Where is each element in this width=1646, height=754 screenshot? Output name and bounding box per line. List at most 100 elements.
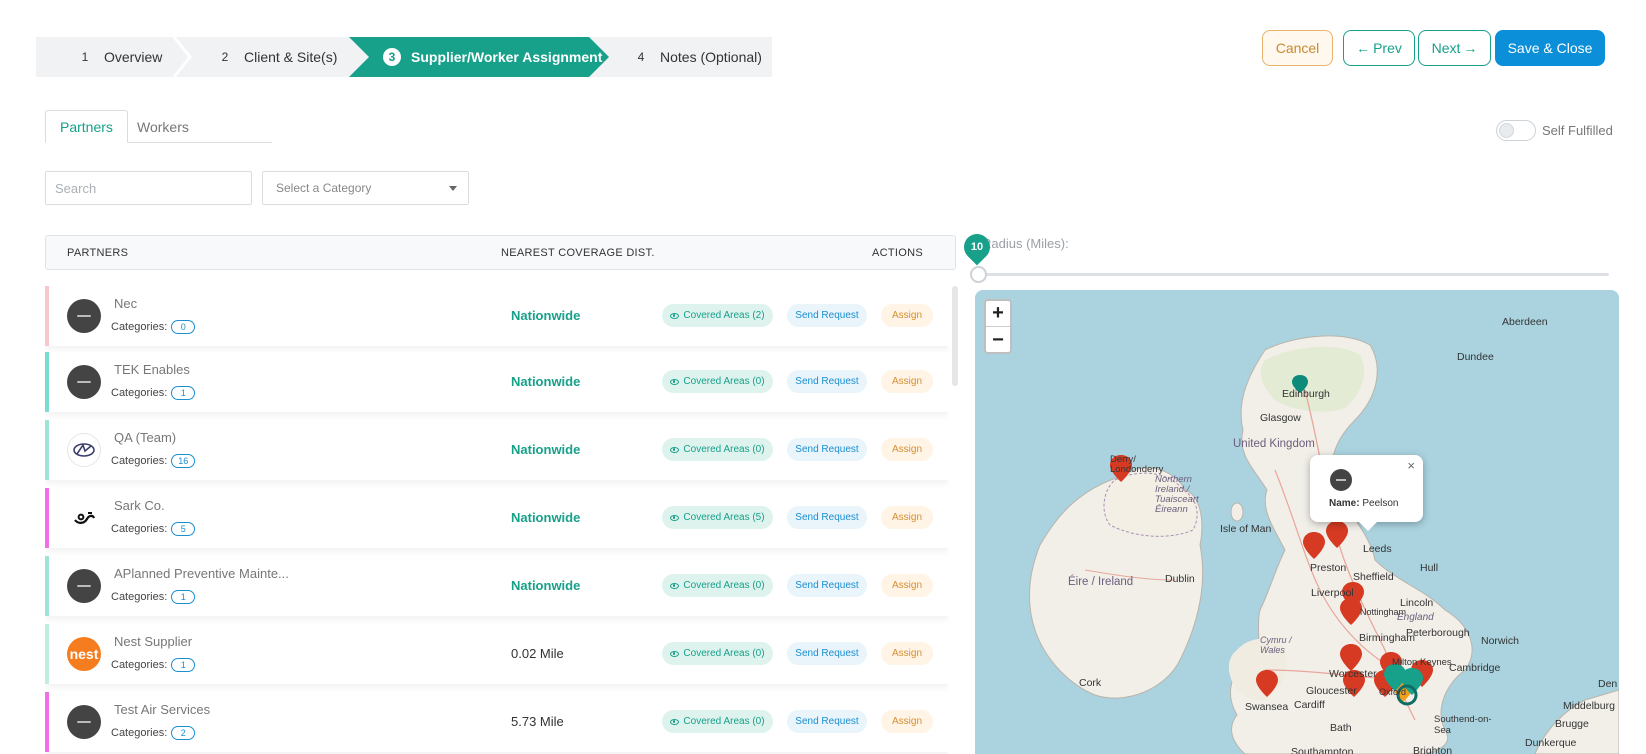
radius-slider-thumb[interactable] — [970, 266, 987, 283]
zoom-in-button[interactable]: + — [986, 301, 1010, 327]
list-scrollbar[interactable] — [952, 286, 958, 386]
tab-partners[interactable]: Partners — [45, 110, 128, 143]
covered-areas-button[interactable]: Covered Areas (5) — [662, 506, 773, 529]
send-request-button[interactable]: Send Request — [787, 574, 867, 597]
category-select[interactable]: Select a Category — [262, 171, 469, 205]
radius-slider-track[interactable] — [977, 273, 1609, 276]
covered-areas-button[interactable]: Covered Areas (0) — [662, 642, 773, 665]
cancel-button[interactable]: Cancel — [1262, 30, 1333, 66]
header-distance: NEAREST COVERAGE DIST. — [501, 247, 655, 259]
map-label: Southampton — [1291, 746, 1354, 754]
categories-count-badge[interactable]: 1 — [171, 386, 196, 400]
assign-button[interactable]: Assign — [881, 506, 933, 529]
assign-button[interactable]: Assign — [881, 642, 933, 665]
covered-areas-label: Covered Areas (0) — [683, 648, 765, 659]
partner-row[interactable]: TEK Enables Categories: 1 Nationwide Cove… — [45, 352, 949, 412]
save-and-close-button[interactable]: Save & Close — [1495, 30, 1605, 66]
partner-row[interactable]: Nec Categories: 0 Nationwide Covered Area… — [45, 286, 949, 346]
categories-count-badge[interactable]: 1 — [171, 658, 196, 672]
tab-workers[interactable]: Workers — [123, 110, 203, 143]
covered-areas-button[interactable]: Covered Areas (0) — [662, 370, 773, 393]
prev-label: Prev — [1373, 40, 1402, 56]
map-label: Brugge — [1555, 718, 1589, 730]
step-supplier-worker-assignment[interactable]: 3 Supplier/Worker Assignment — [349, 37, 609, 77]
assign-button[interactable]: Assign — [881, 574, 933, 597]
map-label: Preston — [1310, 562, 1347, 574]
wizard-stepper: 1 Overview 2 Client & Site(s) 3 Supplier… — [36, 37, 772, 77]
send-request-button[interactable]: Send Request — [787, 710, 867, 733]
step-overview[interactable]: 1 Overview — [76, 37, 163, 77]
map-label: Swansea — [1245, 701, 1289, 713]
partner-categories: Categories: 0 — [111, 320, 196, 334]
self-fulfilled-toggle[interactable] — [1496, 120, 1536, 141]
map-label: Den H — [1598, 678, 1619, 690]
categories-count-badge[interactable]: 5 — [171, 522, 196, 536]
step-client-sites[interactable]: 2 Client & Site(s) — [216, 37, 338, 77]
partner-name: Nest Supplier — [114, 634, 193, 649]
step-notes[interactable]: 4 Notes (Optional) — [632, 37, 762, 77]
category-select-value: Select a Category — [276, 181, 372, 195]
step-label: Overview — [104, 49, 163, 65]
assign-button[interactable]: Assign — [881, 370, 933, 393]
search-input[interactable] — [45, 171, 252, 205]
covered-areas-button[interactable]: Covered Areas (0) — [662, 438, 773, 461]
assign-button[interactable]: Assign — [881, 438, 933, 461]
map-label: Northern Ireland / Tuaisceart Éireann — [1155, 474, 1199, 515]
categories-count-badge[interactable]: 2 — [171, 726, 196, 740]
assign-button[interactable]: Assign — [881, 710, 933, 733]
map-label: Dundee — [1457, 351, 1494, 363]
covered-areas-button[interactable]: Covered Areas (0) — [662, 574, 773, 597]
send-request-button[interactable]: Send Request — [787, 642, 867, 665]
map-label: Cardiff — [1294, 699, 1325, 711]
header-actions: ACTIONS — [872, 247, 923, 259]
partner-worker-tabs: Partners Workers — [45, 110, 272, 143]
map-label: Aberdeen — [1502, 316, 1548, 328]
send-request-button[interactable]: Send Request — [787, 370, 867, 393]
categories-count-badge[interactable]: 0 — [171, 320, 196, 334]
partner-categories: Categories: 5 — [111, 522, 196, 536]
assign-button[interactable]: Assign — [881, 304, 933, 327]
partner-row[interactable]: Sark Co. Categories: 5 Nationwide Covered… — [45, 488, 949, 548]
partner-categories: Categories: 1 — [111, 590, 196, 604]
partner-row[interactable]: QA (Team) Categories: 16 Nationwide Cover… — [45, 420, 949, 480]
covered-areas-button[interactable]: Covered Areas (2) — [662, 304, 773, 327]
step-separator — [172, 37, 192, 77]
popup-close-icon[interactable]: × — [1407, 458, 1415, 473]
partner-row[interactable]: nest Nest Supplier Categories: 1 0.02 Mil… — [45, 624, 949, 684]
sark-logo-icon — [74, 512, 96, 524]
map-label: Leeds — [1363, 543, 1392, 555]
send-request-button[interactable]: Send Request — [787, 506, 867, 529]
prev-button[interactable]: ← Prev — [1343, 30, 1415, 66]
categories-label: Categories: — [111, 455, 168, 467]
covered-areas-label: Covered Areas (0) — [683, 580, 765, 591]
categories-count-badge[interactable]: 16 — [171, 454, 196, 468]
eye-icon — [670, 718, 680, 725]
map-label: Glasgow — [1260, 412, 1301, 424]
step-label: Client & Site(s) — [244, 49, 338, 65]
partner-row[interactable]: Test Air Services Categories: 2 5.73 Mile… — [45, 692, 949, 752]
qa-team-logo — [67, 433, 101, 467]
categories-label: Categories: — [111, 523, 168, 535]
eye-icon — [670, 312, 680, 319]
coverage-distance: Nationwide — [511, 308, 581, 323]
step-number: 2 — [221, 50, 229, 64]
zoom-out-button[interactable]: − — [986, 327, 1010, 353]
coverage-distance: Nationwide — [511, 510, 581, 525]
popup-name-label: Name: — [1329, 498, 1360, 509]
map-label: Oxford — [1379, 687, 1407, 697]
radius-label: Radius (Miles): — [982, 236, 1069, 251]
map-label: Milton Keynes — [1392, 657, 1452, 668]
map-tiles — [1029, 335, 1619, 754]
send-request-button[interactable]: Send Request — [787, 304, 867, 327]
toggle-knob — [1499, 123, 1514, 138]
covered-areas-button[interactable]: Covered Areas (0) — [662, 710, 773, 733]
map-label: Cork — [1079, 677, 1102, 689]
partner-row[interactable]: APlanned Preventive Mainte... Categories… — [45, 556, 949, 616]
map-label: Bath — [1330, 722, 1352, 734]
partner-avatar — [67, 299, 101, 333]
coverage-map[interactable]: Aberdeen Dundee Edinburgh Glasgow United… — [975, 290, 1619, 754]
next-button[interactable]: Next → — [1418, 30, 1491, 66]
categories-count-badge[interactable]: 1 — [171, 590, 196, 604]
send-request-button[interactable]: Send Request — [787, 438, 867, 461]
map-label: Southend-on-Sea — [1434, 714, 1492, 736]
